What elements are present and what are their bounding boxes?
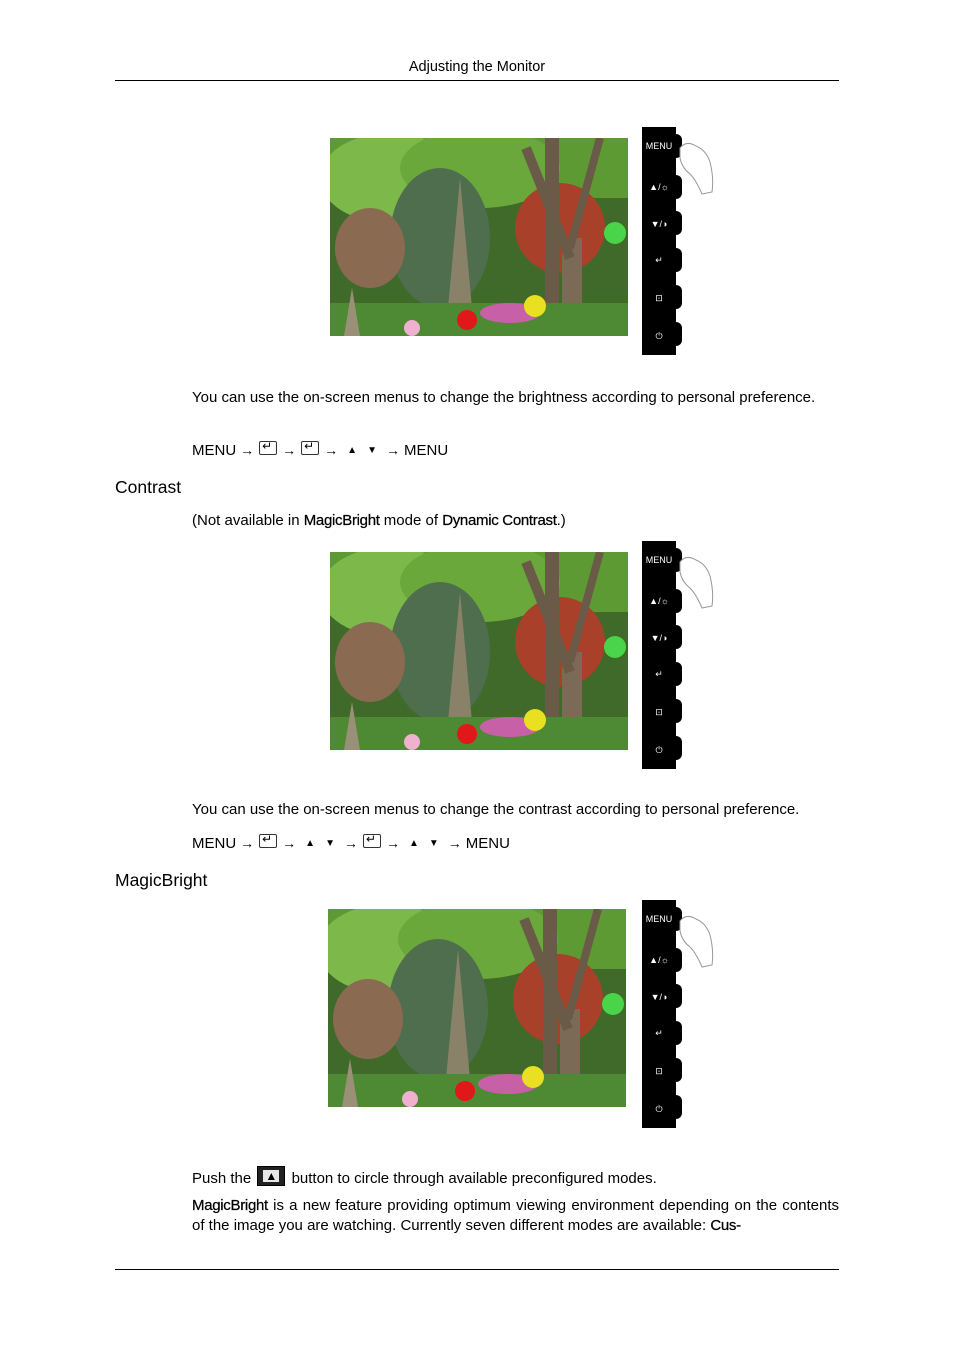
magicbright-term: MagicBright	[192, 1197, 268, 1214]
enter-button[interactable]: ↵	[642, 1019, 676, 1047]
pointing-hand-icon	[679, 142, 714, 195]
page-header-title: Adjusting the Monitor	[408, 59, 546, 75]
custom-mode-term: Cus-	[710, 1216, 741, 1234]
magicbright-button-icon: ▲	[257, 1166, 286, 1186]
magicbright-push-instruction: Push the ▲ button to circle through avai…	[192, 1163, 839, 1189]
monitor-photo-brightness	[330, 138, 628, 336]
contrast-heading: Contrast	[115, 477, 182, 497]
up-triangle-icon: ▲	[305, 837, 316, 849]
brightness-description: You can use the on-screen menus to chang…	[192, 389, 816, 406]
menu-button[interactable]: MENU	[642, 546, 676, 574]
magicbright-button[interactable]: ⊡	[642, 284, 676, 312]
power-button[interactable]: ⏻	[642, 1095, 676, 1123]
monitor-photo-contrast	[330, 552, 628, 750]
enter-button[interactable]: ↵	[642, 660, 676, 688]
menu-button[interactable]: MENU	[642, 905, 676, 933]
seq-arrow: →	[385, 442, 400, 458]
monitor-control-panel: MENU ▲/☼ ▼/◑ ↵ ⊡ ⏻	[642, 541, 682, 769]
up-brightness-button[interactable]: ▲/☼	[642, 587, 676, 615]
garden-photo	[330, 552, 628, 750]
seq-menu: MENU	[465, 834, 510, 852]
pointing-hand-icon	[679, 556, 714, 609]
contrast-description: You can use the on-screen menus to chang…	[192, 801, 800, 818]
contrast-note: (Not available in MagicBright mode of Dy…	[192, 512, 566, 529]
magicbright-heading: MagicBright	[115, 870, 208, 890]
seq-arrow: →	[240, 835, 255, 851]
up-brightness-button[interactable]: ▲/☼	[642, 173, 676, 201]
enter-key-icon	[362, 832, 381, 848]
seq-menu: MENU	[192, 834, 237, 852]
down-contrast-button[interactable]: ▼/◑	[642, 210, 676, 238]
pointing-hand-icon	[679, 915, 714, 968]
seq-arrow: →	[385, 835, 400, 851]
down-triangle-icon: ▼	[367, 444, 377, 456]
enter-key-icon	[301, 439, 320, 455]
down-triangle-icon: ▼	[428, 837, 439, 849]
brightness-menu-sequence: MENU → → → ▲ ▼ → MENU	[192, 439, 449, 460]
seq-menu: MENU	[192, 441, 237, 459]
seq-arrow: →	[282, 835, 297, 851]
enter-button[interactable]: ↵	[642, 246, 676, 274]
seq-arrow: →	[324, 442, 339, 458]
magicbright-description: MagicBright is a new feature providing o…	[192, 1197, 839, 1234]
seq-arrow: →	[343, 835, 358, 851]
down-contrast-button[interactable]: ▼/◑	[642, 983, 676, 1011]
monitor-control-panel: MENU ▲/☼ ▼/◑ ↵ ⊡ ⏻	[642, 127, 682, 355]
magicbright-button[interactable]: ⊡	[642, 698, 676, 726]
seq-menu: MENU	[403, 441, 449, 459]
garden-photo	[330, 138, 628, 336]
power-button[interactable]: ⏻	[642, 736, 676, 764]
magicbright-button[interactable]: ⊡	[642, 1057, 676, 1085]
menu-button[interactable]: MENU	[642, 132, 676, 160]
enter-key-icon	[259, 832, 278, 848]
contrast-menu-sequence: MENU → → ▲ ▼ → → ▲ ▼ → MENU	[192, 832, 510, 853]
seq-arrow: →	[240, 442, 255, 458]
enter-key-icon	[259, 439, 278, 455]
magicbright-term: MagicBright	[303, 512, 380, 529]
garden-photo	[328, 909, 626, 1107]
seq-arrow: →	[282, 442, 297, 458]
seq-arrow: →	[447, 835, 462, 851]
power-button[interactable]: ⏻	[642, 322, 676, 350]
up-brightness-button[interactable]: ▲/☼	[642, 946, 676, 974]
monitor-control-panel: MENU ▲/☼ ▼/◑ ↵ ⊡ ⏻	[642, 900, 682, 1128]
footer-rule	[115, 1269, 839, 1270]
down-triangle-icon: ▼	[325, 837, 335, 849]
header-rule	[115, 80, 839, 81]
up-triangle-icon: ▲	[347, 444, 358, 456]
dynamic-contrast-term: Dynamic Contrast	[442, 512, 557, 529]
monitor-photo-magicbright	[328, 909, 626, 1107]
up-triangle-icon: ▲	[408, 837, 419, 849]
down-contrast-button[interactable]: ▼/◑	[642, 624, 676, 652]
